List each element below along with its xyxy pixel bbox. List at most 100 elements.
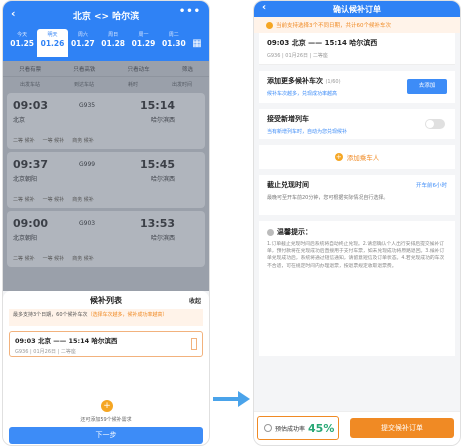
arrival-station: 哈尔滨西 xyxy=(150,235,175,242)
date-value: 01.27 xyxy=(70,39,95,48)
top-notice: 当前支持选择3个不同日期，共计60个候补车次 xyxy=(254,17,460,33)
more-icon[interactable]: ••• xyxy=(179,6,201,17)
route-title: 北京 <> 哈尔滨 xyxy=(72,11,140,22)
seat-class: 二等 候补 xyxy=(13,138,35,144)
date-day: 周二 xyxy=(168,32,179,38)
arrival-station: 哈尔滨西 xyxy=(150,117,175,124)
trip-detail: G936 | 01月26日 | 二等座 xyxy=(267,53,328,59)
top-notice-text: 当前支持选择3个不同日期，共计60个候补车次 xyxy=(276,23,391,29)
filter-item[interactable]: 只看有票 xyxy=(19,65,41,73)
right-screen: ‹ 确认候补订单 当前支持选择3个不同日期，共计60个候补车次 09:03 北京… xyxy=(253,0,461,446)
waitlist-item[interactable]: 09:03 北京 —— 15:14 哈尔滨西 G936 | 01月26日 | 二… xyxy=(9,331,203,357)
back-icon[interactable]: ‹ xyxy=(11,7,16,20)
seat-class: 二等 候补 xyxy=(13,256,35,262)
seat-class: 一等 候补 xyxy=(42,256,65,262)
date-value: 01.26 xyxy=(40,39,65,48)
departure-station: 北京 xyxy=(13,117,26,124)
sort-item[interactable]: 出发时间 xyxy=(172,81,192,88)
seat-class: 商务 候补 xyxy=(72,256,94,262)
accept-new-trains-toggle[interactable] xyxy=(425,119,445,129)
add-trains-title-text: 添加更多候补车次 xyxy=(267,77,323,85)
remaining-hint: 还可添加59个候补需求 xyxy=(80,417,132,423)
arrival-time: 13:53 xyxy=(139,217,175,230)
date-day: 周六 xyxy=(77,32,88,38)
train-number: G999 xyxy=(79,161,96,168)
filter-item[interactable]: 筛选 xyxy=(182,65,193,73)
date-cell-selected[interactable]: 明天 01.26 xyxy=(37,29,68,57)
tips-body: 1.订单截止兑现时间后系统将自动终止兑现。2.请您确认个人出行安排后提交候补订单… xyxy=(267,242,445,269)
success-rate-value: 45% xyxy=(308,421,335,435)
seat-classes: 二等 候补 一等 候补 商务 候补 xyxy=(13,137,199,144)
calendar-icon[interactable]: ▦ xyxy=(189,29,205,57)
add-trains-count: (1/60) xyxy=(325,79,341,85)
date-strip: 今天 01.25 明天 01.26 周六 01.27 周日 01.28 周一 01.29 … xyxy=(3,29,209,57)
info-icon xyxy=(266,21,273,29)
date-value: 01.25 xyxy=(10,39,35,48)
left-screen: ‹ 北京 <> 哈尔滨 ••• 今天 01.25 明天 01.26 周六 01.27 … xyxy=(2,0,210,446)
date-day: 今天 xyxy=(17,32,28,38)
arrival-time: 15:45 xyxy=(139,158,175,171)
train-card[interactable]: 09:37 G999 15:45 北京朝阳 哈尔滨西 二等 候补 一等 候补 商… xyxy=(7,152,205,208)
seat-class: 一等 候补 xyxy=(42,138,65,144)
waitlist-sheet: 候补列表 收起 最多支持3个日期，60个候补车次（选择车次越多，候补成功率越高）… xyxy=(3,291,209,445)
sort-row: 出发车站 到达车站 耗时 出发时间 xyxy=(3,77,209,91)
add-icon: + xyxy=(334,153,343,161)
add-passenger-button[interactable]: + 添加乘车人 xyxy=(259,145,455,169)
date-cell[interactable]: 周二 01.30 xyxy=(159,29,189,57)
seat-class: 商务 候补 xyxy=(72,197,94,203)
filter-item[interactable]: 只看动车 xyxy=(128,65,150,73)
collapse-button[interactable]: 收起 xyxy=(189,296,201,305)
sort-item[interactable]: 到达车站 xyxy=(74,81,94,88)
train-number: G935 xyxy=(79,102,96,109)
sort-item[interactable]: 出发车站 xyxy=(20,81,40,88)
seat-classes: 二等 候补 一等 候补 商务 候补 xyxy=(13,255,199,262)
sheet-note: 最多支持3个日期，60个候补车次（选择车次越多，候补成功率越高） xyxy=(9,309,203,326)
sheet-title: 候补列表 xyxy=(90,295,122,305)
right-header: ‹ 确认候补订单 xyxy=(254,1,460,17)
train-list-dimmed: 只看有票 只看高铁 只看动车 筛选 出发车站 到达车站 耗时 出发时间 09:0… xyxy=(3,61,209,291)
seat-class: 二等 候补 xyxy=(13,197,35,203)
add-icon[interactable]: + xyxy=(101,400,113,412)
arrival-time: 15:14 xyxy=(139,99,175,112)
departure-station: 北京朝阳 xyxy=(13,176,38,183)
departure-station: 北京朝阳 xyxy=(13,235,38,242)
tips-section: 温馨提示： 1.订单截止兑现时间后系统将自动终止兑现。2.请您确认个人出行安排后… xyxy=(259,221,455,356)
filter-row: 只看有票 只看高铁 只看动车 筛选 xyxy=(3,61,209,77)
date-value: 01.30 xyxy=(161,39,186,48)
date-day: 周一 xyxy=(138,32,149,38)
next-button[interactable]: 下一步 xyxy=(9,427,203,444)
date-cell[interactable]: 周六 01.27 xyxy=(68,29,98,57)
arrow-head-icon xyxy=(238,391,250,407)
departure-time: 09:00 xyxy=(13,217,49,230)
sheet-note-warning: （选择车次越多，候补成功率越高） xyxy=(87,312,168,318)
deadline-section: 截止兑现时间 开车前6小时 最晚可至开车前20分钟，您可根据实际情况自行选择。 xyxy=(259,175,455,215)
help-icon[interactable] xyxy=(264,424,272,432)
tips-icon xyxy=(267,228,274,236)
filter-item[interactable]: 只看高铁 xyxy=(73,65,95,73)
departure-time: 09:37 xyxy=(13,158,49,171)
delete-icon[interactable] xyxy=(191,338,197,350)
submit-waitlist-button[interactable]: 提交候补订单 xyxy=(350,418,454,438)
train-card[interactable]: 09:00 G903 13:53 北京朝阳 哈尔滨西 二等 候补 一等 候补 商… xyxy=(7,211,205,267)
accept-new-trains-subtitle: 当有新增列车时，自动为您兑现候补 xyxy=(267,129,348,135)
tips-title: 温馨提示： xyxy=(267,227,447,237)
train-number: G903 xyxy=(79,220,96,227)
success-rate-box: 预估成功率 45% xyxy=(257,416,339,440)
seat-class: 一等 候补 xyxy=(42,197,65,203)
deadline-select[interactable]: 开车前6小时 xyxy=(416,181,447,189)
departure-time: 09:03 xyxy=(13,99,49,112)
deadline-description: 最晚可至开车前20分钟，您可根据实际情况自行选择。 xyxy=(267,195,389,201)
date-cell[interactable]: 周一 01.29 xyxy=(128,29,158,57)
date-value: 01.28 xyxy=(101,39,126,48)
trip-route: 09:03 北京 —— 15:14 哈尔滨西 xyxy=(267,39,378,47)
arrival-station: 哈尔滨西 xyxy=(150,176,175,183)
add-trains-button[interactable]: 去添加 xyxy=(407,79,447,94)
sort-item[interactable]: 耗时 xyxy=(128,81,138,88)
date-cell[interactable]: 今天 01.25 xyxy=(7,29,37,57)
sheet-note-text: 最多支持3个日期，60个候补车次 xyxy=(13,312,88,318)
add-trains-section: 添加更多候补车次 (1/60) 候补车次越多，兑现成功率越高 去添加 xyxy=(259,71,455,103)
train-card[interactable]: 09:03 G935 15:14 北京 哈尔滨西 二等 候补 一等 候补 商务 … xyxy=(7,93,205,149)
back-icon[interactable]: ‹ xyxy=(262,2,266,13)
waitlist-route: 09:03 北京 —— 15:14 哈尔滨西 xyxy=(15,337,118,345)
date-cell[interactable]: 周日 01.28 xyxy=(98,29,128,57)
